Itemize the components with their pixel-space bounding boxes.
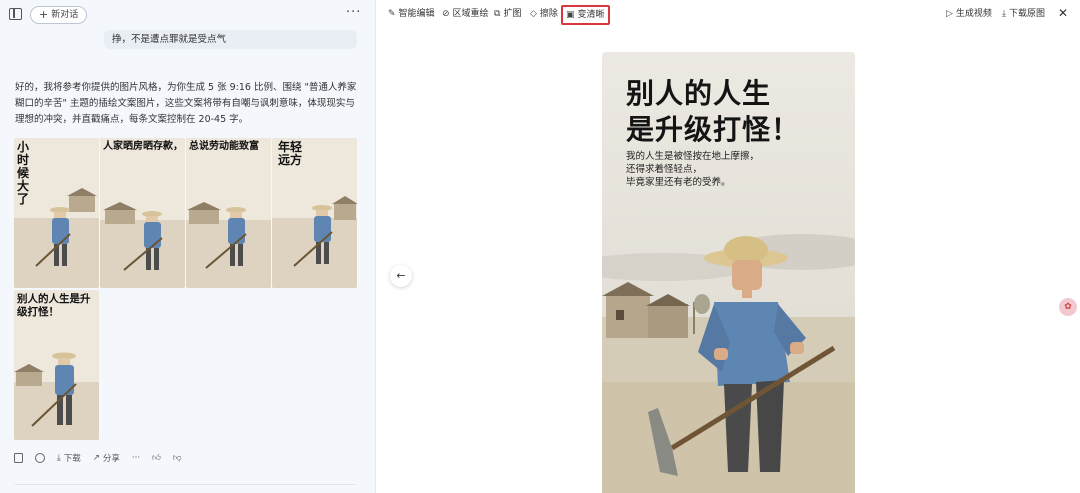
download-icon: ⤓ [57,453,61,463]
thumbnail-caption: 人家晒房晒存款， [103,141,183,152]
generated-image-thumbnail[interactable]: 别人的人生是升级打怪！ [14,290,99,440]
erase-button[interactable]: ◇ 擦除 [530,7,558,22]
image-subtitle-line: 毕竟家里还有老的受养。 [626,177,731,188]
divider [15,484,355,490]
share-icon: ↗ [92,453,100,463]
generated-image-thumbnail[interactable]: 小时候大了 [14,138,99,288]
image-subtitle-line: 我的人生是被怪按在地上摩擦， [626,151,760,162]
brush-icon: ⊘ [442,9,450,19]
region-redraw-button[interactable]: ⊘ 区域重绘 [442,7,489,22]
image-subtitle-line: 还得求着怪轻点， [626,164,703,175]
more-actions-icon[interactable]: ··· [132,453,140,463]
share-button[interactable]: ↗ 分享 [93,452,120,464]
chat-topbar: + 新对话 ··· [0,0,375,30]
download-original-label: 下载原图 [1008,9,1045,19]
image-title-line: 是升级打怪！ [626,113,801,146]
download-button[interactable]: ⤓ 下载 [57,452,81,464]
regenerate-icon[interactable] [35,453,45,463]
download-icon: ⤓ [1002,9,1006,19]
viewer-toolbar: ✎ 智能编辑 ⊘ 区域重绘 ⧉ 扩图 ◇ 擦除 ▣ 变清晰 ▷ 生成视频 ⤓ 下… [376,0,1080,28]
generated-image-thumbnail[interactable]: 人家晒房晒存款， [100,138,185,288]
assistant-message: 好的，我将参考你提供的图片风格，为你生成 5 张 9:16 比例、围绕 "普通人… [15,82,357,125]
image-title-line: 别人的人生 [626,77,772,110]
new-chat-label: 新对话 [51,10,79,20]
image-title: 别人的人生 是升级打怪！ [626,76,800,148]
app-root: + 新对话 ··· 挣，不是遭点罪就是受点气 好的，我将参考你提供的图片风格，为… [0,0,1080,493]
thumbs-up-icon[interactable]: 👍︎ [152,453,161,463]
thumbs-down-icon[interactable]: 👎︎ [173,453,182,463]
previous-image-button[interactable]: ← [390,265,412,287]
assistant-float-icon[interactable]: ✿ [1059,298,1077,316]
smart-edit-label: 智能编辑 [398,9,435,19]
smart-edit-button[interactable]: ✎ 智能编辑 [388,7,435,22]
share-label: 分享 [102,454,120,464]
message-actions: ⤓ 下载 ↗ 分享 ··· 👍︎ 👎︎ [14,451,182,465]
expand-icon: ⧉ [494,9,501,19]
magic-wand-icon: ✎ [388,9,396,19]
generated-image-thumbnail[interactable]: 总说劳动能致富 [186,138,271,288]
download-label: 下载 [63,454,81,464]
thumbnail-caption: 总说劳动能致富 [189,141,259,152]
hd-icon: ▣ [566,9,575,20]
generated-image-thumbnail[interactable]: 年轻远方 [272,138,357,288]
new-chat-button[interactable]: + 新对话 [30,6,88,24]
sharpen-label: 变清晰 [577,9,605,20]
chat-pane: + 新对话 ··· 挣，不是遭点罪就是受点气 好的，我将参考你提供的图片风格，为… [0,0,376,493]
thumbnail-caption: 小时候大了 [17,140,30,206]
user-message: 挣，不是遭点罪就是受点气 [104,30,357,49]
sidebar-toggle-icon[interactable] [9,8,22,20]
generate-video-label: 生成视频 [955,9,992,19]
image-subtitle: 我的人生是被怪按在地上摩擦， 还得求着怪轻点， 毕竟家里还有老的受养。 [626,150,759,189]
main-image: 别人的人生 是升级打怪！ 我的人生是被怪按在地上摩擦， 还得求着怪轻点， 毕竟家… [602,52,855,493]
thumbnail-caption: 别人的人生是升级打怪！ [17,293,91,318]
more-options-icon[interactable]: ··· [346,5,361,20]
region-redraw-label: 区域重绘 [452,9,489,19]
close-icon[interactable]: ✕ [1058,6,1068,20]
plus-icon: + [39,8,49,21]
expand-button[interactable]: ⧉ 扩图 [494,7,521,22]
eraser-icon: ◇ [530,9,537,19]
image-viewer: ✎ 智能编辑 ⊘ 区域重绘 ⧉ 扩图 ◇ 擦除 ▣ 变清晰 ▷ 生成视频 ⤓ 下… [376,0,1080,493]
video-icon: ▷ [946,9,953,19]
erase-label: 擦除 [539,9,558,19]
arrow-left-icon: ← [396,269,406,282]
expand-label: 扩图 [503,9,522,19]
thumbnail-caption: 年轻远方 [278,140,303,167]
sharpen-button[interactable]: ▣ 变清晰 [561,5,610,25]
generate-video-button[interactable]: ▷ 生成视频 [946,7,992,22]
download-original-button[interactable]: ⤓ 下载原图 [1002,7,1045,22]
copy-icon[interactable] [14,453,23,463]
